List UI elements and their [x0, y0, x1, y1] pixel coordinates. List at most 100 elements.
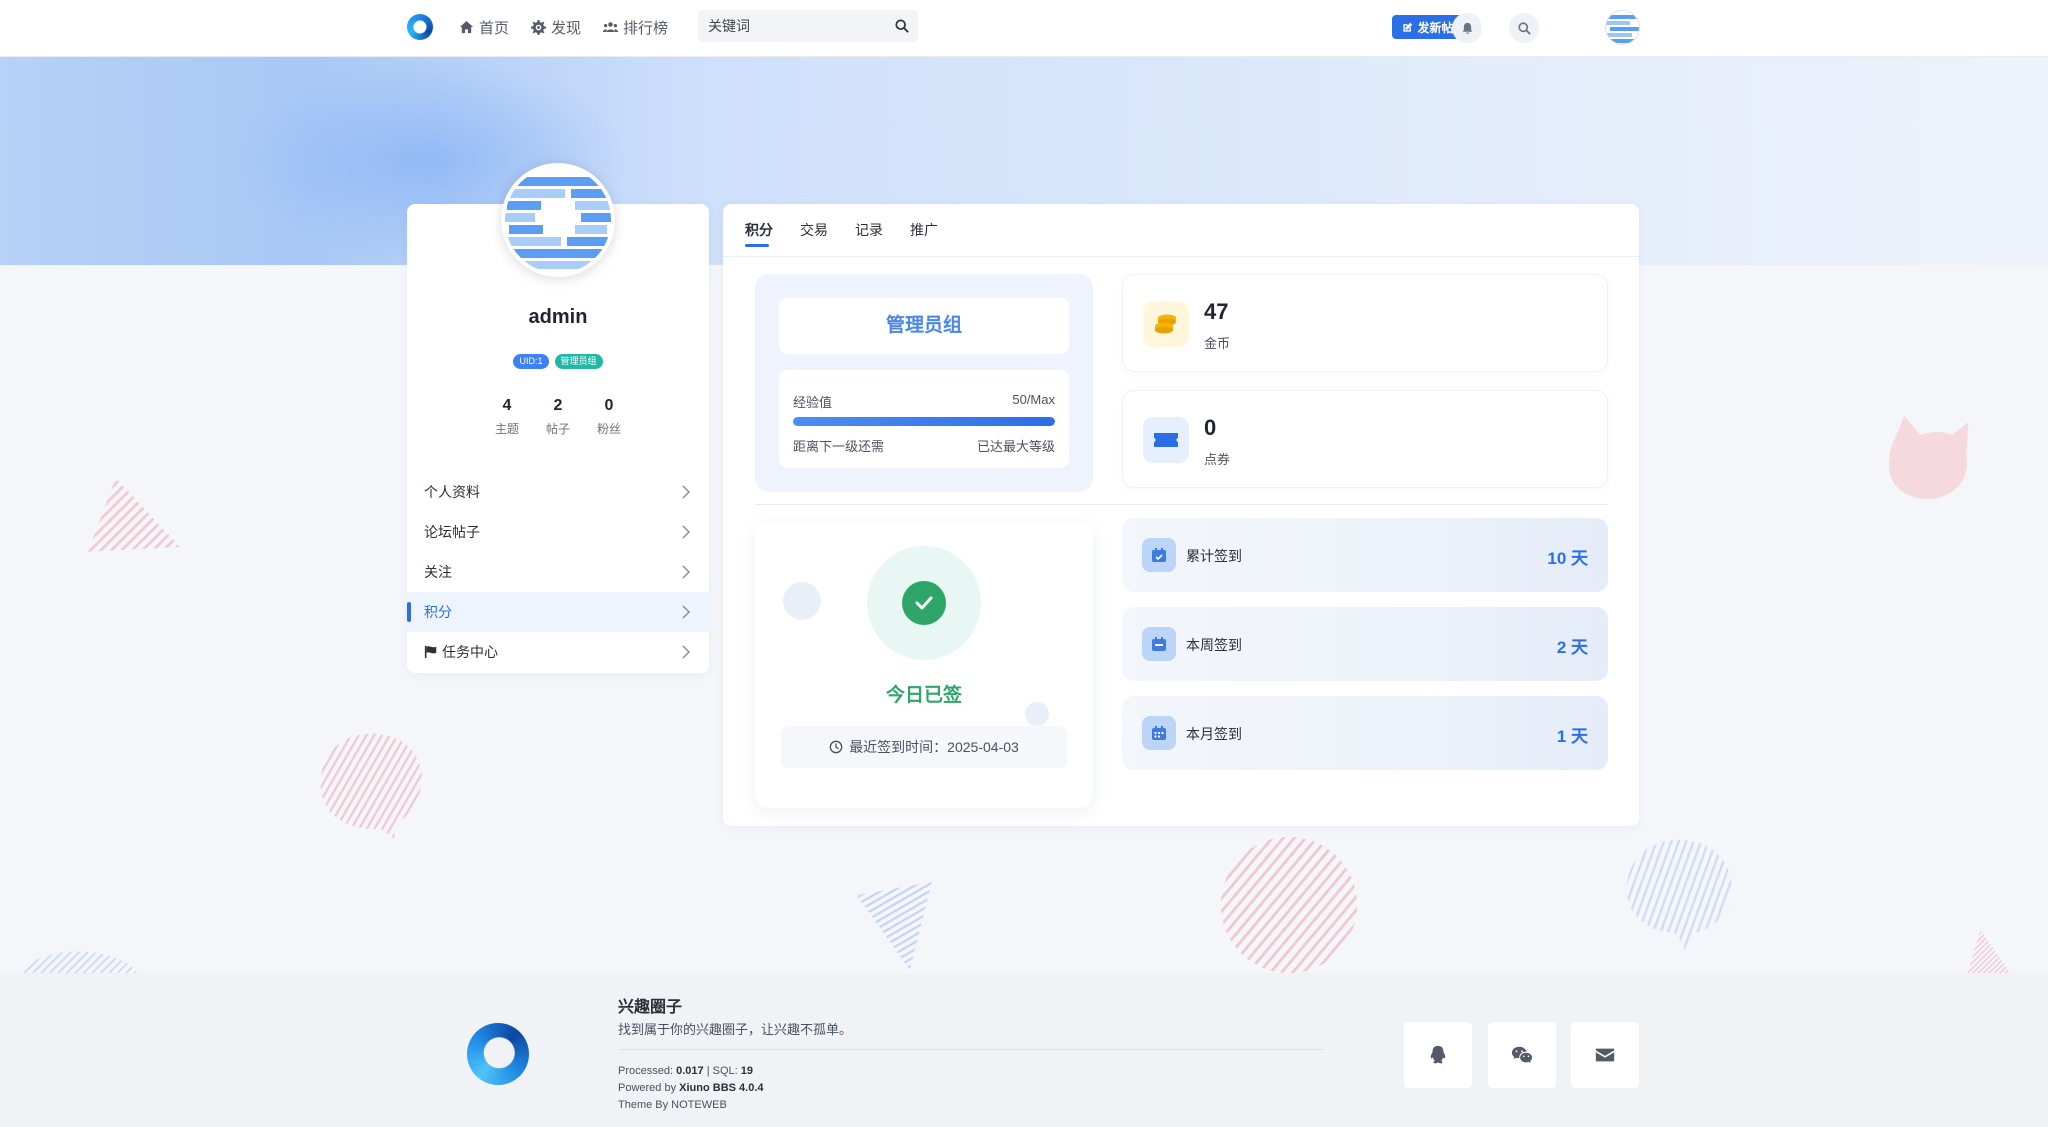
search-button[interactable]: [1509, 13, 1539, 43]
stat-label: 粉丝: [596, 422, 621, 436]
decor-circle-bottom: [1220, 836, 1358, 974]
menu-item-points[interactable]: 积分: [407, 592, 709, 632]
qq-icon: [1430, 1045, 1446, 1064]
footer-wechat-button[interactable]: [1488, 1022, 1556, 1088]
calendar-week-icon: [1142, 627, 1176, 661]
sign-total-value: 10 天: [1547, 549, 1588, 568]
stat-label: 帖子: [545, 422, 570, 436]
search-icon[interactable]: [895, 19, 909, 33]
footer-email-button[interactable]: [1571, 1022, 1639, 1088]
decor-triangle-bottom: [857, 882, 932, 970]
nav-discover-label: 发现: [551, 20, 582, 37]
experience-box: 经验值 50/Max 距离下一级还需 已达最大等级: [779, 370, 1069, 468]
chevron-right-icon: [682, 605, 691, 619]
menu-item-label: 个人资料: [424, 484, 480, 500]
check-icon: [902, 581, 946, 625]
ticket-value: 0: [1204, 415, 1217, 440]
checkin-status: 今日已签: [885, 685, 962, 706]
calendar-month-icon: [1142, 716, 1176, 750]
uid-badge: UID:1: [513, 354, 549, 369]
tab-bar: 积分 交易 记录 推广: [745, 204, 938, 256]
users-icon: [603, 22, 618, 32]
decor-cat-right: [1888, 415, 1969, 500]
footer-qq-button[interactable]: [1404, 1022, 1472, 1088]
gold-value: 47: [1204, 299, 1229, 324]
tab-trade[interactable]: 交易: [800, 220, 828, 240]
sign-month-value: 1 天: [1556, 727, 1588, 746]
sign-total-label: 累计签到: [1186, 548, 1242, 564]
notification-button[interactable]: [1452, 13, 1482, 43]
user-avatar-small[interactable]: [1605, 10, 1640, 45]
sql-value: 19: [740, 1065, 753, 1077]
sql-label: SQL:: [712, 1065, 738, 1077]
nav-ranking-label: 排行榜: [623, 20, 669, 37]
sign-total-row: 累计签到 10 天: [1122, 518, 1608, 592]
top-navbar: 首页 发现 排行榜 发新帖: [0, 0, 2048, 57]
next-level-label: 距离下一级还需: [793, 439, 885, 454]
clock-icon: [829, 740, 843, 754]
decor-triangle-left: [88, 478, 180, 552]
exp-progress-bar: [793, 417, 1055, 426]
powered-value[interactable]: Xiuno BBS 4.0.4: [679, 1082, 763, 1094]
search-input[interactable]: [698, 10, 878, 42]
chevron-right-icon: [682, 565, 691, 579]
nav-home-label: 首页: [479, 20, 510, 37]
menu-item-label: 论坛帖子: [424, 524, 480, 540]
stat-value: 4: [502, 397, 512, 414]
footer-slogan: 找到属于你的兴趣圈子，让兴趣不孤单。: [618, 1022, 853, 1037]
bell-icon: [1462, 22, 1472, 34]
footer-logo: [467, 1023, 529, 1085]
nav-home[interactable]: 首页: [459, 17, 509, 38]
group-badge: 管理员组: [554, 354, 603, 369]
level-card: 管理员组 经验值 50/Max 距离下一级还需 已达最大等级: [755, 274, 1093, 492]
ticket-icon: [1143, 417, 1189, 463]
profile-card: admin UID:1 管理员组 4 主题 2 帖子 0 粉丝 个人资料 论坛帖…: [407, 163, 709, 673]
menu-item-profile[interactable]: 个人资料: [407, 472, 709, 512]
chevron-right-icon: [682, 525, 691, 539]
stat-posts[interactable]: 2 帖子: [536, 397, 580, 437]
nav-discover[interactable]: 发现: [531, 17, 581, 38]
processed-value: 0.017: [676, 1065, 704, 1077]
menu-item-label: 关注: [424, 564, 452, 580]
menu-item-posts[interactable]: 论坛帖子: [407, 512, 709, 552]
calendar-check-icon: [1142, 538, 1176, 572]
menu-item-follow[interactable]: 关注: [407, 552, 709, 592]
site-logo[interactable]: [407, 14, 433, 40]
tab-promote[interactable]: 推广: [910, 220, 938, 240]
edit-icon: [1403, 22, 1413, 32]
footer-theme: Theme By NOTEWEB: [618, 1099, 727, 1111]
exp-value: 50/Max: [1012, 392, 1055, 407]
decor-bubble-left: [320, 733, 422, 840]
sign-month-label: 本月签到: [1186, 726, 1242, 742]
menu-item-tasks[interactable]: 任务中心: [407, 632, 709, 672]
sign-week-label: 本周签到: [1186, 637, 1242, 653]
profile-menu: 个人资料 论坛帖子 关注 积分 任务中心: [407, 472, 709, 672]
gold-label: 金币: [1204, 336, 1231, 351]
home-icon: [459, 20, 474, 34]
user-avatar[interactable]: [501, 163, 615, 277]
decor-bubble-right: [1626, 839, 1732, 950]
flag-icon: [424, 645, 437, 659]
tab-records[interactable]: 记录: [855, 220, 883, 240]
coins-icon: [1143, 301, 1189, 347]
last-checkin-time: 最近签到时间：2025-04-03: [781, 726, 1067, 768]
chevron-right-icon: [682, 645, 691, 659]
new-post-label: 发新帖: [1417, 20, 1454, 35]
footer-powered: Powered by Xiuno BBS 4.0.4: [618, 1082, 764, 1094]
last-checkin-text: 最近签到时间：2025-04-03: [849, 739, 1019, 755]
tab-points[interactable]: 积分: [745, 220, 773, 247]
stat-followers[interactable]: 0 粉丝: [587, 397, 631, 437]
stat-label: 主题: [494, 422, 519, 436]
username: admin: [528, 306, 588, 328]
ticket-card: 0 点券: [1122, 390, 1608, 488]
decor-arc-left: [18, 951, 138, 974]
points-panel: 积分 交易 记录 推广 管理员组 经验值 50/Max 距离下一级还需 已达最大…: [723, 204, 1639, 826]
gold-card: 47 金币: [1122, 274, 1608, 372]
exp-label: 经验值: [793, 395, 833, 410]
stat-topics[interactable]: 4 主题: [485, 397, 529, 437]
stat-value: 2: [553, 397, 563, 414]
user-group-title: 管理员组: [779, 298, 1069, 354]
user-stats: 4 主题 2 帖子 0 粉丝: [485, 397, 631, 437]
nav-ranking[interactable]: 排行榜: [603, 17, 668, 38]
checkin-card: 今日已签 最近签到时间：2025-04-03: [755, 522, 1093, 808]
